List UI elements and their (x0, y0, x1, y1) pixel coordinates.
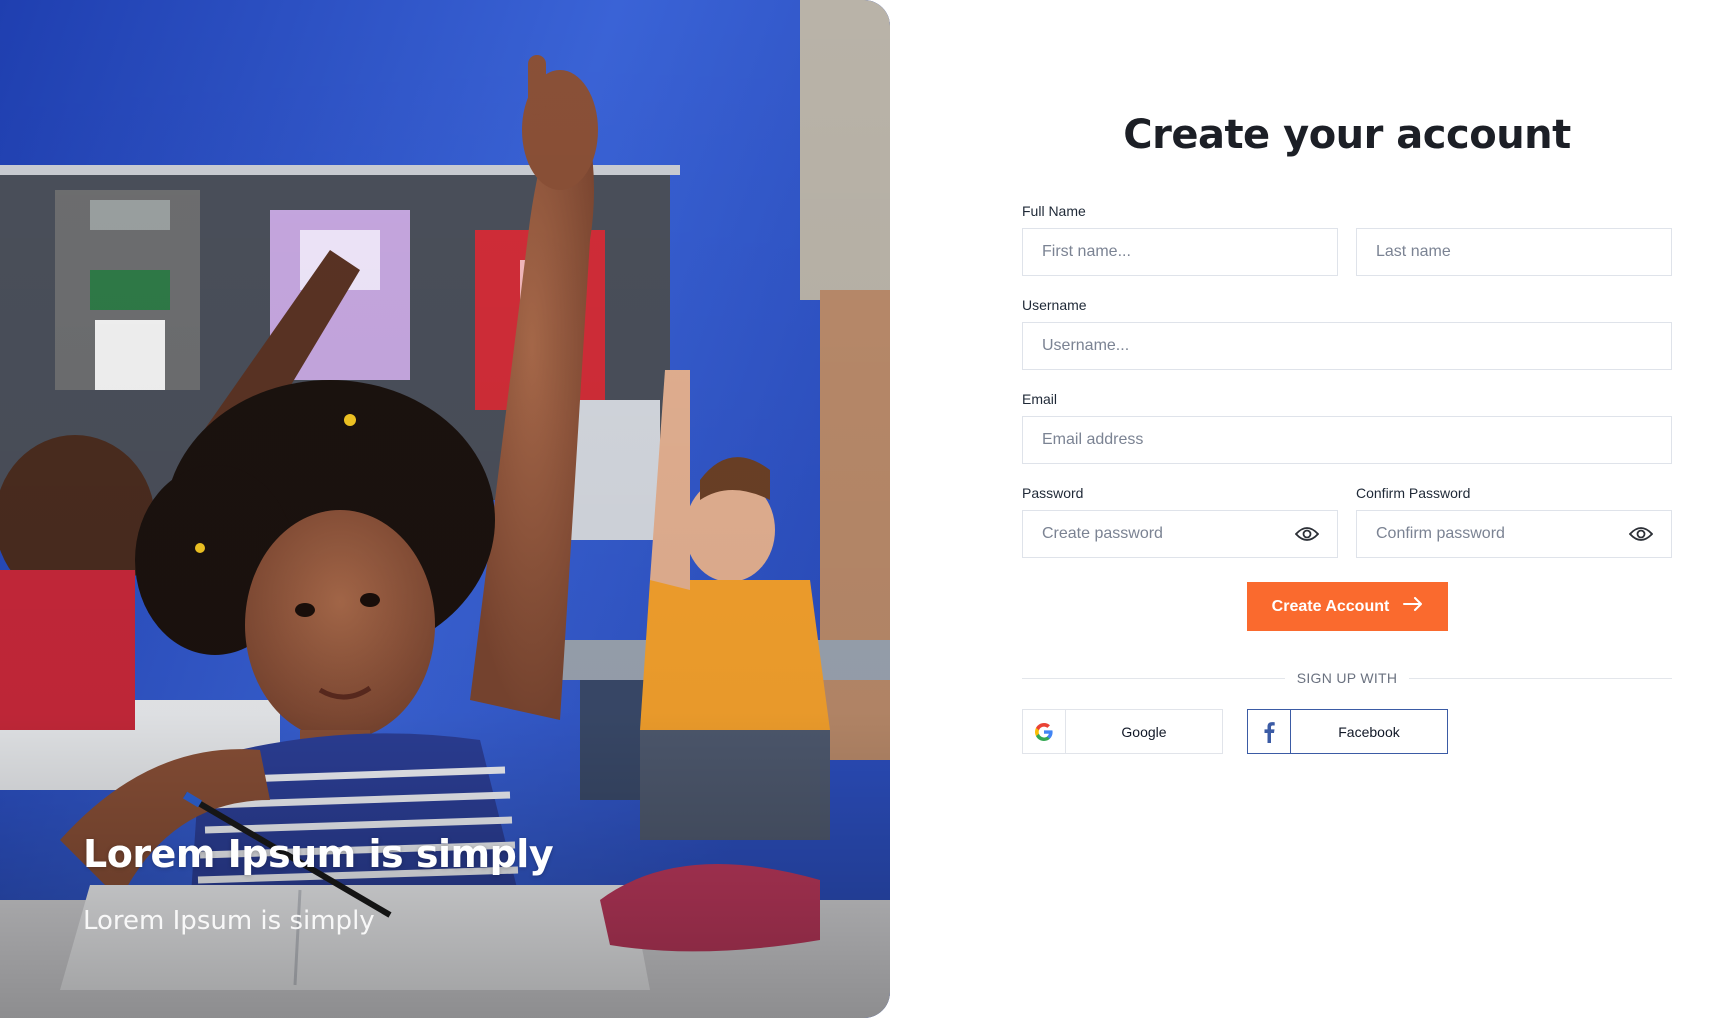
confirm-password-field (1356, 510, 1672, 558)
arrow-right-icon (1403, 597, 1423, 616)
divider-text: SIGN UP WITH (1296, 670, 1398, 686)
create-account-button[interactable]: Create Account (1247, 582, 1448, 631)
page-title: Create your account (1123, 112, 1571, 158)
hero-subtitle: Lorem Ipsum is simply (83, 906, 375, 936)
google-icon (1023, 710, 1066, 753)
social-divider: SIGN UP WITH (1022, 668, 1673, 688)
divider-line (1022, 677, 1285, 679)
eye-icon[interactable] (1294, 525, 1320, 543)
divider-line (1409, 677, 1673, 679)
confirm-password-label: Confirm Password (1356, 485, 1471, 501)
facebook-label: Facebook (1338, 723, 1400, 740)
username-label: Username (1022, 297, 1087, 313)
email-input[interactable] (1040, 430, 1654, 450)
email-label: Email (1022, 391, 1058, 407)
facebook-signup-button[interactable]: Facebook (1247, 709, 1448, 754)
confirm-password-input[interactable] (1374, 524, 1628, 544)
full-name-label: Full Name (1022, 203, 1086, 219)
last-name-input[interactable] (1374, 242, 1654, 262)
create-account-label: Create Account (1271, 597, 1390, 615)
username-field (1022, 322, 1672, 370)
first-name-input[interactable] (1040, 242, 1320, 262)
google-label: Google (1121, 723, 1167, 740)
email-field (1022, 416, 1672, 464)
password-field (1022, 510, 1338, 558)
last-name-field (1356, 228, 1672, 276)
google-signup-button[interactable]: Google (1022, 709, 1223, 754)
eye-icon[interactable] (1628, 525, 1654, 543)
facebook-icon (1248, 710, 1291, 753)
password-input[interactable] (1040, 524, 1294, 544)
first-name-field (1022, 228, 1338, 276)
username-input[interactable] (1040, 336, 1654, 356)
password-label: Password (1022, 485, 1084, 501)
hero-panel: Lorem Ipsum is simply Lorem Ipsum is sim… (0, 0, 890, 1018)
hero-caption: Lorem Ipsum is simply Lorem Ipsum is sim… (83, 832, 554, 936)
hero-title: Lorem Ipsum is simply (83, 832, 554, 876)
